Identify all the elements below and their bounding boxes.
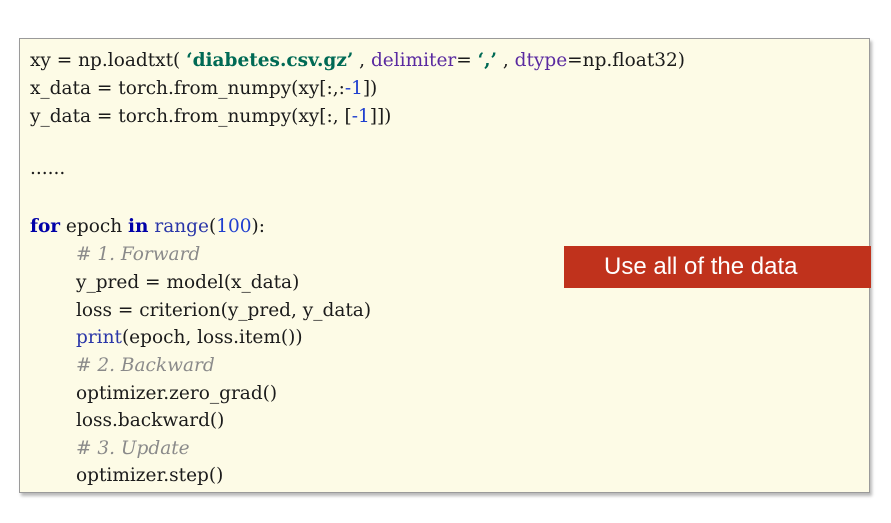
code-comment-backward: # 2. Backward: [76, 355, 215, 376]
string-literal: ‘diabetes.csv.gz’: [186, 50, 354, 71]
code-text: (epoch, loss.item()): [121, 327, 303, 348]
number-literal: 100: [216, 216, 252, 237]
code-text: ]): [362, 78, 378, 99]
code-text: ]]): [369, 106, 392, 127]
code-line-loadtxt: xy = np.loadtxt( ‘diabetes.csv.gz’ , del…: [30, 49, 685, 73]
code-line-backward: loss.backward(): [76, 410, 225, 431]
code-line-loss: loss = criterion(y_pred, y_data): [76, 300, 372, 321]
keyword-argument: dtype: [514, 50, 568, 71]
code-text: x_data = torch.from_numpy(xy[:,:: [30, 78, 345, 99]
builtin-print: print: [76, 327, 122, 348]
code-line-ellipsis: ......: [30, 158, 66, 179]
code-line-for-loop: for epoch in range(100):: [30, 215, 265, 239]
number-literal: -1: [344, 78, 363, 99]
code-line-step: optimizer.step(): [76, 465, 224, 486]
code-line-print: print(epoch, loss.item()): [76, 326, 303, 350]
code-line-y-data: y_data = torch.from_numpy(xy[:, [-1]]): [30, 105, 391, 129]
code-text: ):: [251, 216, 265, 237]
string-literal: ‘,’: [477, 50, 497, 71]
code-text: ,: [353, 50, 371, 71]
code-comment-update: # 3. Update: [76, 438, 190, 459]
number-literal: -1: [351, 106, 370, 127]
code-line-x-data: x_data = torch.from_numpy(xy[:,:-1]): [30, 77, 377, 101]
code-comment-forward: # 1. Forward: [76, 244, 201, 265]
code-line-zero-grad: optimizer.zero_grad(): [76, 383, 278, 404]
code-text: y_data = torch.from_numpy(xy[:, [: [30, 106, 352, 127]
code-text: =: [456, 50, 478, 71]
keyword-in: in: [128, 216, 149, 237]
builtin-range: range: [154, 216, 209, 237]
keyword-for: for: [30, 216, 61, 237]
code-text: =np.float32): [567, 50, 686, 71]
callout-banner: Use all of the data: [564, 246, 871, 288]
code-text: xy = np.loadtxt(: [30, 50, 187, 71]
code-text: epoch: [60, 216, 129, 237]
code-text: ,: [496, 50, 515, 71]
keyword-argument: delimiter: [370, 50, 457, 71]
code-line-y-pred: y_pred = model(x_data): [76, 272, 300, 293]
